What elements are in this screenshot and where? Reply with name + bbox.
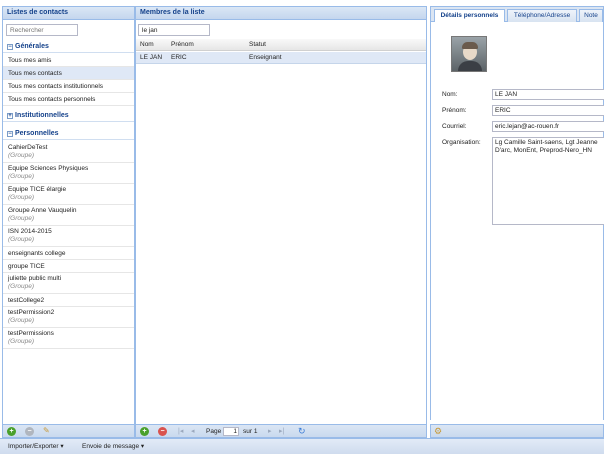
members-toolbar: + − |◂ ◂ Page 1 sur 1 ▸ ▸| ↻ xyxy=(135,424,427,438)
edit-contact-icon[interactable]: ⚙ xyxy=(434,425,442,438)
contact-lists-search-input[interactable] xyxy=(6,24,78,36)
list-item-contacts-personnels[interactable]: Tous mes contacts personnels xyxy=(3,93,134,106)
section-personnelles[interactable]: − Personnelles xyxy=(3,127,134,140)
nom-field[interactable]: LE JAN xyxy=(492,89,604,100)
tab-note[interactable]: Note xyxy=(579,9,603,22)
prenom-field[interactable]: ERIC xyxy=(492,105,604,116)
column-header-prenom[interactable]: Prénom xyxy=(171,39,194,51)
group-name: groupe TICE xyxy=(8,263,45,270)
members-grid-header: Nom Prénom Statut xyxy=(136,39,426,51)
tab-telephone-adresse[interactable]: Téléphone/Adresse xyxy=(507,9,577,22)
lists-toolbar: + − ✎ xyxy=(2,424,135,438)
previous-page-icon[interactable]: ◂ xyxy=(191,425,195,438)
page-label: Page xyxy=(206,428,222,435)
list-members-panel: Nom Prénom Statut LE JAN ERIC Enseignant xyxy=(135,20,427,424)
send-message-button[interactable]: Envoie de message ▾ xyxy=(82,442,144,452)
collapse-icon[interactable]: − xyxy=(7,131,13,137)
group-name: testCollege2 xyxy=(8,297,45,304)
organisation-field[interactable]: Lg Camille Saint-saens, Lgt Jeanne D'arc… xyxy=(492,137,604,225)
add-member-icon[interactable]: + xyxy=(140,427,149,436)
remove-member-icon[interactable]: − xyxy=(158,427,167,436)
group-type: (Groupe) xyxy=(8,338,35,345)
members-search-input[interactable] xyxy=(138,24,210,36)
contact-lists-panel: −Générales Tous mes amis Tous mes contac… xyxy=(2,20,135,424)
group-name: Equipe TICE élargie xyxy=(8,186,67,193)
section-generales[interactable]: − Générales xyxy=(3,40,134,53)
expand-icon[interactable]: + xyxy=(7,113,13,119)
group-type: (Groupe) xyxy=(8,194,35,201)
list-item-group[interactable]: testCollege2 xyxy=(3,294,134,307)
collapse-icon[interactable]: − xyxy=(7,44,13,50)
list-members-header: Membres de la liste xyxy=(135,6,427,20)
group-name: testPermission2 xyxy=(8,309,55,316)
section-generales-label: Générales xyxy=(15,43,49,50)
group-name: ISN 2014-2015 xyxy=(8,228,52,235)
list-item-group[interactable]: Groupe Anne Vauquelin (Groupe) xyxy=(3,205,134,226)
organisation-label: Organisation: xyxy=(442,139,481,146)
group-type: (Groupe) xyxy=(8,215,35,222)
add-list-icon[interactable]: + xyxy=(7,427,16,436)
courriel-field[interactable]: eric.lejan@ac-rouen.fr xyxy=(492,121,604,132)
page-number-input[interactable]: 1 xyxy=(223,427,239,436)
details-tabbar: Détails personnels Téléphone/Adresse Not… xyxy=(431,7,603,23)
list-item-group[interactable]: CahierDeTest (Groupe) xyxy=(3,142,134,163)
nom-label: Nom: xyxy=(442,91,458,98)
avatar xyxy=(451,36,487,72)
courriel-label: Courriel: xyxy=(442,123,467,130)
section-personnelles-label: Personnelles xyxy=(15,130,59,137)
section-institutionnelles[interactable]: + Institutionnelles xyxy=(3,109,134,122)
list-item-group[interactable]: juliette public multi (Groupe) xyxy=(3,273,134,294)
group-name: testPermissions xyxy=(8,330,54,337)
details-toolbar: ⚙ xyxy=(430,424,604,438)
group-name: Equipe Sciences Physiques xyxy=(8,165,89,172)
list-item-group[interactable]: ISN 2014-2015 (Groupe) xyxy=(3,226,134,247)
refresh-icon[interactable]: ↻ xyxy=(298,425,306,438)
group-name: juliette public multi xyxy=(8,275,62,282)
bottom-menu-bar: Importer/Exporter ▾ Envoie de message ▾ xyxy=(0,438,604,454)
group-type: (Groupe) xyxy=(8,317,35,324)
group-type: (Groupe) xyxy=(8,283,35,290)
group-name: CahierDeTest xyxy=(8,144,48,151)
table-row[interactable]: LE JAN ERIC Enseignant xyxy=(136,52,426,64)
remove-list-icon[interactable]: − xyxy=(25,427,34,436)
edit-pencil-icon[interactable]: ✎ xyxy=(43,426,50,435)
contact-details-panel: Détails personnels Téléphone/Adresse Not… xyxy=(430,6,604,420)
list-item-tous-mes-contacts[interactable]: Tous mes contacts xyxy=(3,67,134,80)
group-type: (Groupe) xyxy=(8,236,35,243)
list-item-group[interactable]: testPermissions (Groupe) xyxy=(3,328,134,349)
list-item-group[interactable]: Equipe TICE élargie (Groupe) xyxy=(3,184,134,205)
import-export-button[interactable]: Importer/Exporter ▾ xyxy=(8,442,64,452)
list-item-group[interactable]: enseignants college xyxy=(3,247,134,260)
list-item-group[interactable]: groupe TICE xyxy=(3,260,134,273)
list-item-tous-mes-amis[interactable]: Tous mes amis xyxy=(3,54,134,67)
tab-details-personnels[interactable]: Détails personnels xyxy=(434,9,505,23)
group-name: Groupe Anne Vauquelin xyxy=(8,207,77,214)
list-item-contacts-institutionnels[interactable]: Tous mes contacts institutionnels xyxy=(3,80,134,93)
page-count-label: sur 1 xyxy=(243,428,258,435)
first-page-icon[interactable]: |◂ xyxy=(178,425,183,438)
next-page-icon[interactable]: ▸ xyxy=(268,425,272,438)
section-institutionnelles-label: Institutionnelles xyxy=(15,112,69,119)
contact-lists-header: Listes de contacts xyxy=(2,6,135,20)
list-item-group[interactable]: Equipe Sciences Physiques (Groupe) xyxy=(3,163,134,184)
column-header-statut[interactable]: Statut xyxy=(249,39,266,51)
group-type: (Groupe) xyxy=(8,152,35,159)
details-form: Nom: LE JAN Prénom: ERIC Courriel: eric.… xyxy=(431,22,604,420)
cell-statut: Enseignant xyxy=(249,54,282,61)
group-name: enseignants college xyxy=(8,250,66,257)
last-page-icon[interactable]: ▸| xyxy=(279,425,284,438)
list-item-group[interactable]: testPermission2 (Groupe) xyxy=(3,307,134,328)
cell-nom: LE JAN xyxy=(140,54,163,61)
cell-prenom: ERIC xyxy=(171,54,187,61)
group-type: (Groupe) xyxy=(8,173,35,180)
prenom-label: Prénom: xyxy=(442,107,467,114)
column-header-nom[interactable]: Nom xyxy=(140,39,154,51)
